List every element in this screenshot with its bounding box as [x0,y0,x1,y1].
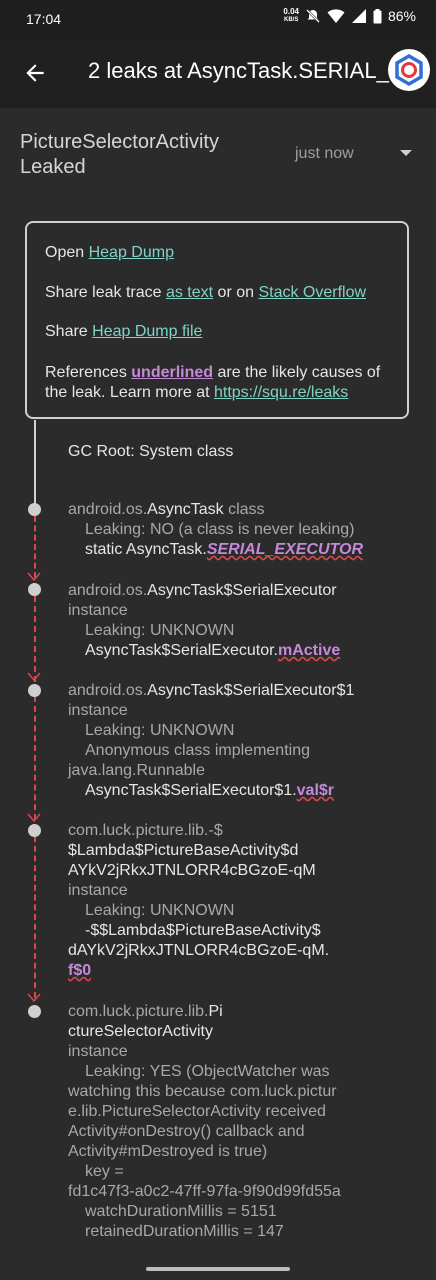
status-time: 17:04 [26,11,62,27]
arrow-down-icon [27,672,41,682]
share-as-text-link[interactable]: as text [166,284,213,301]
status-icons: 0.04 KB/S 86% [283,7,416,25]
suspect-reference: f$0 [68,962,92,979]
page-title: 2 leaks at AsyncTask.SERIAL_EXECUTOR [88,58,418,83]
gesture-nav-bar[interactable] [146,1267,290,1271]
trace-leak-line [34,696,36,820]
leak-trace: GC Root: System class android.os.AsyncTa… [0,420,436,1280]
heap-dump-link[interactable]: Heap Dump [89,244,174,261]
arrow-back-icon[interactable] [22,60,48,86]
trace-leak-line [34,596,36,682]
trace-leak-line [34,836,36,998]
learn-more-link[interactable]: https://squ.re/leaks [214,384,348,401]
leakcanary-logo-icon [388,49,430,91]
battery-icon [373,8,382,24]
trace-leak-line [34,516,36,578]
arrow-down-icon [27,813,41,823]
trace-node-dot [28,583,41,596]
arrow-down-icon [27,572,41,582]
leak-time: just now [295,145,354,162]
suspect-reference: SERIAL_EXECUTOR [206,541,364,558]
references-note: References underlined are the likely cau… [45,364,381,401]
arrow-down-icon [27,993,41,1003]
trace-node-leaking-activity[interactable]: com.luck.picture.lib.Pi ctureSelectorAct… [68,1002,428,1242]
status-bar: 17:04 0.04 KB/S 86% [0,0,436,40]
open-heap-dump-line: Open Heap Dump [45,244,174,261]
suspect-reference: mActive [277,642,341,659]
info-card: Open Heap Dump Share leak trace as text … [25,221,409,419]
trace-node-dot [28,503,41,516]
trace-node-dot [28,824,41,837]
share-trace-line: Share leak trace as text or on Stack Ove… [45,284,367,301]
trace-node-dot [28,1005,41,1018]
heap-dump-file-link[interactable]: Heap Dump file [92,323,202,340]
wifi-icon [327,8,345,24]
trace-node-asynctask[interactable]: android.os.AsyncTask class Leaking: NO (… [68,500,428,560]
stack-overflow-link[interactable]: Stack Overflow [258,284,366,301]
trace-root-line [34,420,36,510]
trace-node-lambda[interactable]: com.luck.picture.lib.-$ $Lambda$PictureB… [68,821,428,981]
app-bar: 2 leaks at AsyncTask.SERIAL_EXECUTOR [0,40,436,108]
signal-icon [351,8,367,24]
battery-percent: 86% [387,8,416,24]
gc-root: GC Root: System class [68,443,234,460]
trace-node-dot [28,684,41,697]
suspect-reference: val$r [296,782,335,799]
net-speed: 0.04 KB/S [283,7,299,24]
share-heap-file-line: Share Heap Dump file [45,323,203,340]
trace-node-serial-executor[interactable]: android.os.AsyncTask$SerialExecutor inst… [68,581,428,661]
trace-node-serial-executor-1[interactable]: android.os.AsyncTask$SerialExecutor$1 in… [68,681,428,801]
underlined-example: underlined [131,364,214,381]
caret-down-icon[interactable] [400,150,412,156]
bell-muted-icon [305,8,321,24]
leak-title[interactable]: PictureSelectorActivity Leaked [20,130,219,180]
